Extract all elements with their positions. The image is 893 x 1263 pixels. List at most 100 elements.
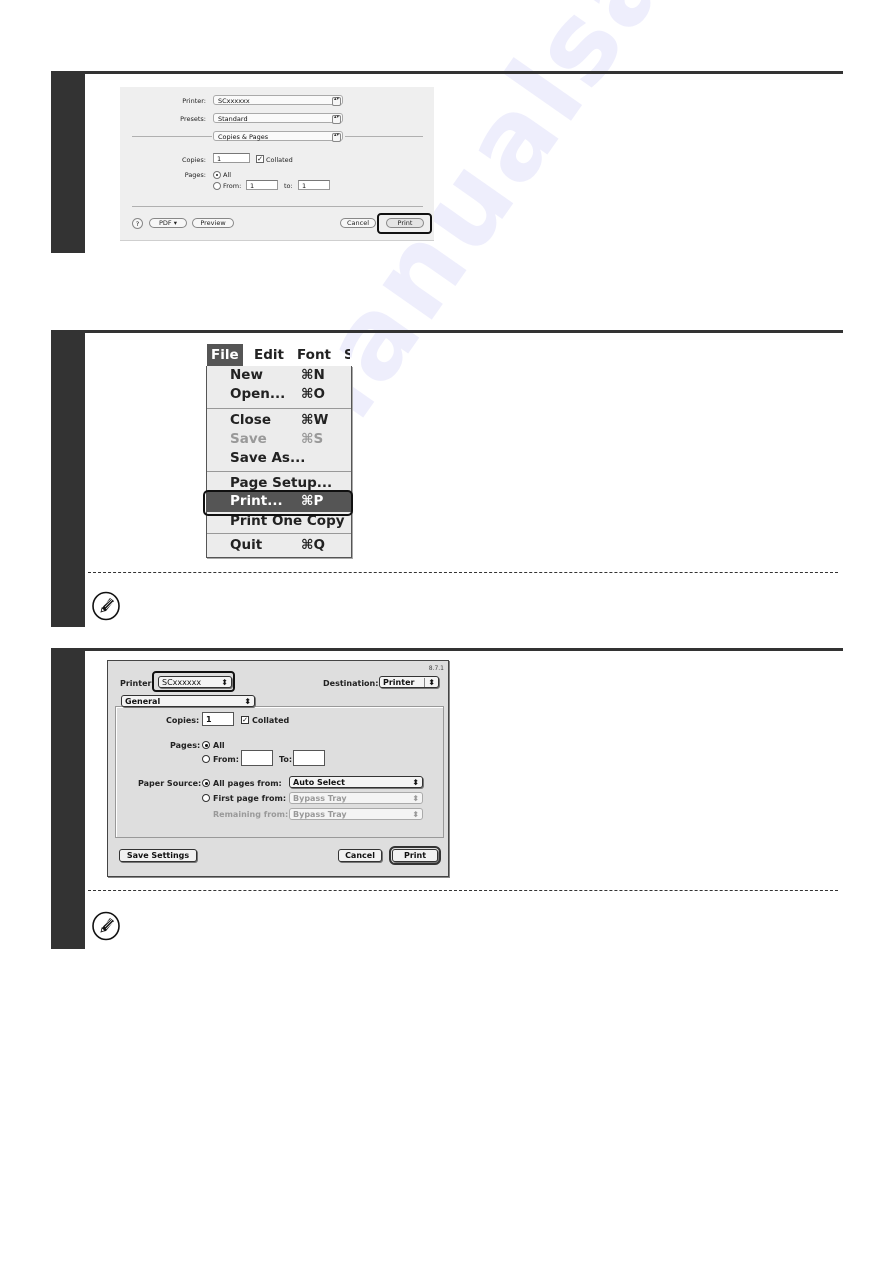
remaining-from-value: Bypass Tray	[293, 810, 347, 819]
menu-separator	[207, 533, 351, 534]
menu-item-label: Save	[230, 431, 267, 447]
popup-arrows-icon: ▴▾	[332, 97, 341, 106]
paper-source-label: Paper Source:	[138, 779, 202, 788]
step-2-number-bar	[51, 330, 85, 627]
menu-item-label: Close	[230, 412, 272, 428]
file-menu: New ⌘N Open... ⌘O Close ⌘W Save ⌘S Save …	[206, 366, 352, 558]
printer-value: SCxxxxxx	[218, 97, 250, 105]
menu-separator	[207, 408, 351, 409]
cancel-button[interactable]: Cancel	[338, 849, 382, 862]
copies-label: Copies:	[166, 716, 200, 725]
separator	[132, 206, 423, 207]
cancel-button[interactable]: Cancel	[340, 218, 376, 228]
save-settings-button[interactable]: Save Settings	[119, 849, 197, 862]
to-field[interactable]	[293, 750, 325, 766]
note-divider	[88, 890, 838, 891]
preview-button[interactable]: Preview	[192, 218, 234, 228]
pencil-note-icon	[92, 591, 120, 621]
all-pages-from-popup[interactable]: Auto Select ⬍	[289, 776, 423, 788]
step-1-number-bar	[51, 71, 85, 253]
version-label: 8.7.1	[428, 665, 444, 672]
menu-file[interactable]: File	[207, 344, 243, 366]
pages-label: Pages:	[170, 741, 201, 750]
first-page-from-popup: Bypass Tray ⬍	[289, 792, 423, 804]
popup-arrows-icon: ▴▾	[332, 133, 341, 142]
first-page-from-label: First page from:	[213, 794, 287, 803]
printer-popup[interactable]: SCxxxxxx ▴▾	[213, 95, 343, 106]
pages-all-label: All	[223, 171, 232, 179]
menu-item-label: Quit	[230, 537, 263, 553]
first-page-from-value: Bypass Tray	[293, 794, 347, 803]
pages-all-label: All	[213, 741, 225, 750]
panel-value: Copies & Pages	[218, 133, 269, 141]
separator	[345, 136, 423, 137]
remaining-from-popup: Bypass Tray ⬍	[289, 808, 423, 820]
collated-label: Collated	[266, 156, 293, 164]
panel-popup[interactable]: General ⬍	[121, 695, 255, 707]
copies-field[interactable]: 1	[213, 153, 250, 163]
step-3-number-bar	[51, 648, 85, 949]
from-field[interactable]	[241, 750, 273, 766]
menu-style[interactable]: S	[344, 344, 350, 366]
divider	[424, 678, 425, 687]
menu-item-shortcut: ⌘Q	[301, 537, 326, 553]
destination-value: Printer	[383, 678, 415, 687]
printer-label: Printer:	[120, 679, 155, 688]
presets-value: Standard	[218, 115, 248, 123]
note-divider	[88, 572, 838, 573]
menu-item-label: Open...	[230, 386, 286, 402]
menu-bar: File Edit Font S	[207, 344, 350, 366]
presets-label: Presets:	[180, 115, 206, 123]
popup-arrows-icon: ▴▾	[332, 115, 341, 124]
all-pages-from-radio[interactable]	[202, 779, 210, 787]
menu-item-shortcut: ⌘S	[301, 431, 324, 447]
collated-checkbox[interactable]: ✓	[241, 716, 249, 724]
copies-label: Copies:	[181, 156, 206, 164]
destination-popup[interactable]: Printer ⬍	[379, 676, 439, 688]
menu-item-label: New	[230, 367, 263, 383]
step-3-top-rule	[51, 648, 843, 651]
to-field[interactable]: 1	[298, 180, 330, 190]
step-2-top-rule	[51, 330, 843, 333]
print-menu-highlight	[203, 490, 353, 516]
print-button-highlight	[377, 213, 432, 234]
menu-item-shortcut: ⌘N	[301, 367, 325, 383]
from-label: From:	[223, 182, 242, 190]
pdf-button[interactable]: PDF ▾	[149, 218, 187, 228]
panel-popup[interactable]: Copies & Pages ▴▾	[213, 131, 343, 142]
pages-label: Pages:	[184, 171, 206, 179]
first-page-from-radio[interactable]	[202, 794, 210, 802]
pencil-note-icon	[92, 911, 120, 941]
pages-from-radio[interactable]	[202, 755, 210, 763]
menu-item-shortcut: ⌘O	[301, 386, 326, 402]
popup-arrows-icon: ⬍	[412, 778, 419, 787]
separator	[132, 136, 212, 137]
remaining-from-label: Remaining from:	[213, 810, 289, 819]
popup-arrows-icon: ⬍	[412, 810, 419, 819]
popup-arrows-icon: ⬍	[428, 678, 435, 687]
menu-font[interactable]: Font	[297, 344, 331, 366]
menu-item-label: Save As...	[230, 450, 306, 466]
popup-arrows-icon: ⬍	[244, 697, 251, 706]
menu-separator	[207, 471, 351, 472]
from-field[interactable]: 1	[246, 180, 278, 190]
presets-popup[interactable]: Standard ▴▾	[213, 113, 343, 124]
all-pages-from-value: Auto Select	[293, 778, 345, 787]
menu-item-shortcut: ⌘W	[301, 412, 329, 428]
menu-edit[interactable]: Edit	[254, 344, 284, 366]
collated-checkbox[interactable]: ✓	[256, 155, 264, 163]
collated-label: Collated	[252, 716, 290, 725]
printer-popup-highlight	[152, 671, 235, 692]
copies-field[interactable]: 1	[202, 712, 234, 726]
from-label: From:	[213, 755, 239, 764]
to-label: To:	[279, 755, 293, 764]
pages-all-radio[interactable]	[213, 171, 221, 179]
print-button[interactable]: Print	[389, 846, 441, 865]
help-button[interactable]: ?	[132, 218, 143, 229]
all-pages-from-label: All pages from:	[213, 779, 282, 788]
panel-value: General	[125, 697, 161, 706]
pages-all-radio[interactable]	[202, 741, 210, 749]
printer-label: Printer:	[182, 97, 206, 105]
pages-from-radio[interactable]	[213, 182, 221, 190]
to-label: to:	[284, 182, 293, 190]
